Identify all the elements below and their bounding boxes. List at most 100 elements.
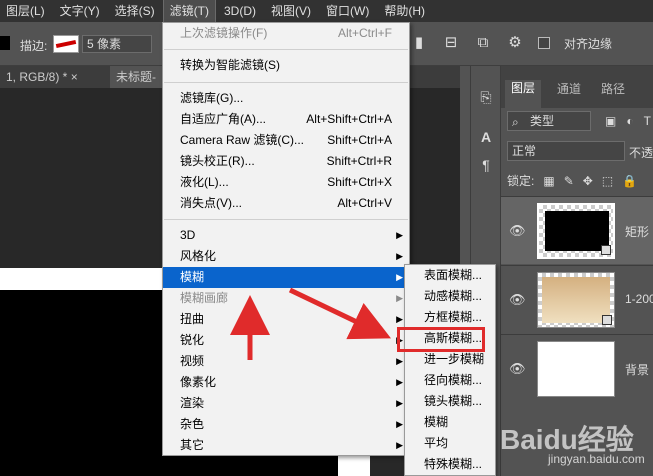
menu-bar: 图层(L) 文字(Y) 选择(S) 滤镜(T) 3D(D) 视图(V) 窗口(W…	[0, 0, 653, 23]
layers-panel: 图层 通道 路径 ⌕ 类型 ▣ ◐ T 正常 不透 锁定: ▦ ✎ ✥ ⬚ 🔒 …	[500, 66, 653, 476]
annotation-highlight-box	[397, 327, 485, 352]
eye-icon[interactable]: 👁	[509, 292, 526, 307]
tab-layers[interactable]: 图层	[505, 80, 542, 108]
align-edges-checkbox[interactable]	[538, 37, 550, 49]
adjustment-filter-icon[interactable]: ◐	[626, 114, 633, 128]
tab-document-2[interactable]: 未标题-	[110, 66, 170, 88]
menu-item-lens-correction[interactable]: 镜头校正(R)... Shift+Ctrl+R	[163, 151, 409, 172]
lock-paint-icon[interactable]: ✎	[564, 174, 574, 188]
menu-item-label: 上次滤镜操作(F)	[180, 26, 268, 40]
submenu-arrow-icon: ▶	[396, 356, 403, 366]
menu-item-pixelate[interactable]: 像素化 ▶	[163, 372, 409, 393]
menu-item-vanishing-point[interactable]: 消失点(V)... Alt+Ctrl+V	[163, 193, 409, 214]
close-icon[interactable]: ×	[71, 70, 78, 84]
layer-name: 背景	[625, 363, 650, 377]
menu-item-camera-raw[interactable]: Camera Raw 滤镜(C)... Shift+Ctrl+A	[163, 130, 409, 151]
menu-item-smart-blur[interactable]: 特殊模糊...	[405, 454, 495, 475]
menu-item-3d[interactable]: 3D ▶	[163, 225, 409, 246]
submenu-arrow-icon: ▶	[396, 251, 403, 261]
menu-item-motion-blur[interactable]: 动感模糊...	[405, 286, 495, 307]
image-filter-icon[interactable]: ▣	[605, 114, 616, 128]
menu-item-render[interactable]: 渲染 ▶	[163, 393, 409, 414]
opacity-label: 不透	[629, 146, 653, 160]
menu-item-blur-plain[interactable]: 模糊	[405, 412, 495, 433]
menu-item-blur-more[interactable]: 进一步模糊	[405, 349, 495, 370]
tab-title: 1, RGB/8) *	[6, 70, 68, 84]
layer-filter-dropdown[interactable]: ⌕ 类型	[507, 111, 591, 131]
menu-item-other[interactable]: 其它 ▶	[163, 435, 409, 456]
eye-icon[interactable]: 👁	[509, 361, 526, 376]
menu-type[interactable]: 文字(Y)	[54, 0, 106, 22]
menu-item-lens-blur[interactable]: 镜头模糊...	[405, 391, 495, 412]
tab-paths[interactable]: 路径	[595, 80, 631, 97]
menu-separator	[164, 82, 408, 83]
path-ops-icon[interactable]: ▮	[410, 34, 428, 52]
menu-item-noise[interactable]: 杂色 ▶	[163, 414, 409, 435]
submenu-arrow-icon: ▶	[396, 230, 403, 240]
menu-window[interactable]: 窗口(W)	[320, 0, 375, 22]
menu-item-filter-gallery[interactable]: 滤镜库(G)...	[163, 88, 409, 109]
menu-item-surface-blur[interactable]: 表面模糊...	[405, 265, 495, 286]
stroke-color-swatch[interactable]	[53, 35, 79, 53]
smart-object-badge-icon	[602, 315, 612, 325]
menu-item-video[interactable]: 视频 ▶	[163, 351, 409, 372]
menu-item-distort[interactable]: 扭曲 ▶	[163, 309, 409, 330]
lock-row: 锁定: ▦ ✎ ✥ ⬚ 🔒	[507, 172, 637, 189]
paragraph-icon[interactable]: ¶	[477, 156, 495, 174]
menu-item-shortcut: Shift+Ctrl+A	[327, 133, 392, 147]
lock-position-icon[interactable]: ✥	[583, 174, 593, 188]
tab-channels[interactable]: 通道	[551, 80, 587, 97]
menu-3d[interactable]: 3D(D)	[218, 0, 262, 22]
stroke-label: 描边:	[20, 39, 48, 53]
menu-layer[interactable]: 图层(L)	[0, 0, 51, 22]
history-icon[interactable]: ⎘	[477, 88, 495, 106]
layer-thumbnail	[537, 272, 615, 328]
lock-all-icon[interactable]: 🔒	[622, 174, 637, 188]
menu-help[interactable]: 帮助(H)	[378, 0, 431, 22]
menu-item-liquify[interactable]: 液化(L)... Shift+Ctrl+X	[163, 172, 409, 193]
menu-filter[interactable]: 滤镜(T)	[162, 0, 217, 23]
menu-item-label: Camera Raw 滤镜(C)...	[180, 133, 305, 147]
menu-item-convert-smart-filter[interactable]: 转换为智能滤镜(S)	[163, 55, 409, 76]
menu-item-blur-gallery[interactable]: 模糊画廊 ▶	[163, 288, 409, 309]
menu-item-label: 风格化	[180, 249, 217, 263]
layer-rectangle[interactable]: 👁 矩形	[501, 196, 653, 264]
menu-item-stylize[interactable]: 风格化 ▶	[163, 246, 409, 267]
lock-artboard-icon[interactable]: ⬚	[602, 174, 613, 188]
menu-view[interactable]: 视图(V)	[265, 0, 317, 22]
type-filter-icon[interactable]: T	[644, 114, 651, 128]
menu-item-shortcut: Alt+Shift+Ctrl+A	[306, 112, 392, 126]
menu-item-label: 镜头校正(R)...	[180, 154, 255, 168]
blend-mode-dropdown[interactable]: 正常	[507, 141, 625, 161]
menu-select[interactable]: 选择(S)	[109, 0, 161, 22]
menu-item-blur[interactable]: 模糊 ▶	[163, 267, 409, 288]
menu-item-radial-blur[interactable]: 径向模糊...	[405, 370, 495, 391]
menu-item-adaptive-wide-angle[interactable]: 自适应广角(A)... Alt+Shift+Ctrl+A	[163, 109, 409, 130]
path-align-icon[interactable]: ⊟	[442, 34, 460, 52]
submenu-arrow-icon: ▶	[396, 419, 403, 429]
menu-item-average[interactable]: 平均	[405, 433, 495, 454]
character-icon[interactable]: A	[477, 128, 495, 146]
eye-icon[interactable]: 👁	[509, 223, 526, 238]
menu-item-last-filter: 上次滤镜操作(F) Alt+Ctrl+F	[163, 23, 409, 44]
panel-tabs: 图层 通道 路径	[501, 66, 653, 108]
menu-item-label: 模糊	[180, 270, 205, 284]
align-edges-label: 对齐边缘	[564, 36, 613, 51]
lock-label: 锁定:	[507, 174, 535, 188]
menu-item-label: 转换为智能滤镜(S)	[180, 58, 280, 72]
fill-swatch[interactable]	[0, 36, 10, 50]
path-arrange-icon[interactable]: ⧉	[474, 34, 492, 52]
menu-item-sharpen[interactable]: 锐化 ▶	[163, 330, 409, 351]
menu-item-label: 自适应广角(A)...	[180, 112, 266, 126]
layer-background[interactable]: 👁 背景	[501, 334, 653, 402]
submenu-arrow-icon: ▶	[396, 377, 403, 387]
menu-item-box-blur[interactable]: 方框模糊...	[405, 307, 495, 328]
gear-icon[interactable]: ⚙	[506, 34, 524, 52]
tab-title: 未标题-	[116, 70, 156, 84]
stroke-width-dropdown[interactable]: 5 像素	[82, 35, 152, 53]
menu-item-label: 锐化	[180, 333, 205, 347]
lock-transparent-icon[interactable]: ▦	[543, 174, 554, 188]
layer-photo[interactable]: 👁 1-200	[501, 265, 653, 333]
layer-filter-value: 类型	[530, 114, 555, 128]
tab-document-1[interactable]: 1, RGB/8) * ×	[0, 66, 108, 88]
